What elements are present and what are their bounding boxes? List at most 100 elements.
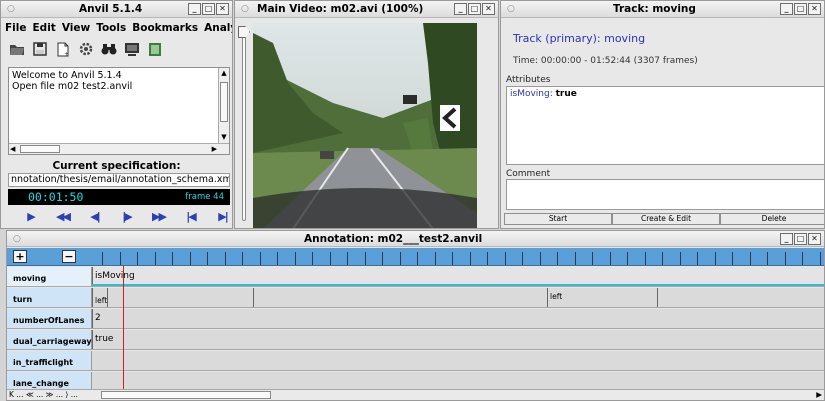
annotation-element[interactable]: true xyxy=(92,330,824,349)
console-output[interactable]: Welcome to Anvil 5.1.4 Open file m02 tes… xyxy=(8,67,230,155)
ruler-tick xyxy=(662,252,663,265)
track-lane[interactable]: 2 xyxy=(92,309,824,328)
maximize-button[interactable]: □ xyxy=(794,3,807,15)
go-end-button[interactable]: ▶| xyxy=(213,209,232,223)
video-frame[interactable] xyxy=(253,23,477,228)
binoculars-icon[interactable] xyxy=(101,41,117,57)
ruler-tick xyxy=(242,252,243,265)
ruler-tick xyxy=(575,252,576,265)
video-file-icon[interactable] xyxy=(147,41,163,57)
annotation-element[interactable] xyxy=(107,288,254,307)
console-horizontal-scrollbar[interactable]: ◀ ▶ xyxy=(9,143,229,154)
ruler-tick xyxy=(610,252,611,265)
track-name[interactable]: moving xyxy=(7,267,92,286)
minimize-button[interactable]: _ xyxy=(780,233,793,245)
scroll-thumb[interactable] xyxy=(220,82,228,122)
track-name[interactable]: turn xyxy=(7,288,92,307)
track-name[interactable]: numberOfLanes xyxy=(7,309,92,328)
ruler-tick xyxy=(452,252,453,265)
annotation-element[interactable]: isMoving xyxy=(92,267,824,284)
scroll-right-arrow[interactable]: ▶ xyxy=(816,390,822,399)
track-lane[interactable] xyxy=(92,351,824,370)
console-vertical-scrollbar[interactable]: ▲ ▼ xyxy=(218,68,229,154)
minimize-button[interactable]: _ xyxy=(454,3,467,15)
step-back-button[interactable]: ◀| xyxy=(85,209,104,223)
slider-thumb[interactable] xyxy=(238,26,250,38)
svg-text:+: + xyxy=(64,51,69,57)
video-window-titlebar[interactable]: ○ Main Video: m02.avi (100%) _ □ ✕ xyxy=(235,1,498,18)
timeline-ruler[interactable]: + − xyxy=(7,248,824,266)
attributes-label: Attributes xyxy=(506,75,551,85)
close-button[interactable]: ✕ xyxy=(808,3,821,15)
zoom-out-button[interactable]: − xyxy=(62,250,76,263)
timeline-scrollbar[interactable]: K ... ≪ ... ≫ ... ⟩ ... ▶ xyxy=(7,389,824,400)
track-row-numberOfLanes[interactable]: numberOfLanes 2 xyxy=(7,309,824,329)
attributes-box[interactable]: isMoving: true xyxy=(506,86,824,165)
fast-back-button[interactable]: ◀◀ xyxy=(53,209,72,223)
zoom-in-button[interactable]: + xyxy=(13,250,27,263)
main-window-titlebar[interactable]: ○ Anvil 5.1.4 _ □ ✕ xyxy=(1,1,232,18)
menu-tools[interactable]: Tools xyxy=(96,20,126,37)
track-row-dual_carriageway[interactable]: dual_carriageway true xyxy=(7,330,824,350)
comment-field[interactable] xyxy=(506,179,824,210)
ruler-tick xyxy=(277,252,278,265)
maximize-button[interactable]: □ xyxy=(202,3,215,15)
create-edit-button[interactable]: Create & Edit xyxy=(612,213,720,225)
fast-forward-button[interactable]: ▶▶ xyxy=(149,209,168,223)
monitor-icon[interactable] xyxy=(124,41,140,57)
close-button[interactable]: ✕ xyxy=(482,3,495,15)
video-position-slider[interactable] xyxy=(238,23,250,223)
save-icon[interactable] xyxy=(32,41,48,57)
step-forward-button[interactable]: |▶ xyxy=(117,209,136,223)
toolbar: + xyxy=(9,41,163,57)
window-menu-icon[interactable]: ○ xyxy=(13,234,21,244)
start-button[interactable]: Start xyxy=(504,213,612,225)
window-menu-icon[interactable]: ○ xyxy=(241,4,249,14)
go-start-button[interactable]: |◀ xyxy=(181,209,200,223)
menu-analysis[interactable]: Analysis xyxy=(204,20,232,37)
track-row-moving[interactable]: moving isMoving xyxy=(7,267,824,287)
gear-icon[interactable] xyxy=(78,41,94,57)
track-row-turn[interactable]: turn left left xyxy=(7,288,824,308)
annotation-element[interactable] xyxy=(657,288,824,307)
track-row-in_trafficlight[interactable]: in_trafficlight xyxy=(7,351,824,371)
maximize-button[interactable]: □ xyxy=(794,233,807,245)
annotation-element[interactable] xyxy=(253,288,547,307)
annotation-window-titlebar[interactable]: ○ Annotation: m02___test2.anvil _ □ ✕ xyxy=(7,231,824,247)
play-button[interactable]: ▶ xyxy=(21,209,40,223)
timeline-nav-buttons[interactable]: K ... ≪ ... ≫ ... ⟩ ... xyxy=(9,390,78,399)
window-menu-icon[interactable]: ○ xyxy=(507,4,515,14)
scroll-down-arrow[interactable]: ▼ xyxy=(219,132,229,143)
scroll-thumb[interactable] xyxy=(20,145,60,153)
menu-bookmarks[interactable]: Bookmarks xyxy=(132,20,198,37)
scroll-thumb[interactable] xyxy=(101,391,271,399)
menu-edit[interactable]: Edit xyxy=(33,20,56,37)
open-folder-icon[interactable] xyxy=(9,41,25,57)
annotation-element[interactable]: 2 xyxy=(92,309,824,328)
minimize-button[interactable]: _ xyxy=(188,3,201,15)
track-name[interactable]: in_trafficlight xyxy=(7,351,92,370)
menu-file[interactable]: File xyxy=(5,20,27,37)
track-lane[interactable]: true xyxy=(92,330,824,349)
annotation-element[interactable]: left xyxy=(92,288,107,307)
spec-path-field[interactable]: nnotation/thesis/email/annotation_schema… xyxy=(8,173,230,187)
scroll-left-arrow[interactable]: ◀ xyxy=(10,144,15,155)
close-button[interactable]: ✕ xyxy=(808,233,821,245)
delete-button[interactable]: Delete xyxy=(720,213,824,225)
maximize-button[interactable]: □ xyxy=(468,3,481,15)
new-document-icon[interactable]: + xyxy=(55,41,71,57)
scroll-right-arrow[interactable]: ▶ xyxy=(212,144,217,155)
track-name[interactable]: dual_carriageway xyxy=(7,330,92,349)
playback-cursor[interactable] xyxy=(123,266,124,391)
close-button[interactable]: ✕ xyxy=(216,3,229,15)
menu-view[interactable]: View xyxy=(62,20,90,37)
annotation-element[interactable]: left xyxy=(547,288,657,307)
minimize-button[interactable]: _ xyxy=(780,3,793,15)
window-menu-icon[interactable]: ○ xyxy=(7,4,15,14)
console-line: Welcome to Anvil 5.1.4 xyxy=(12,70,122,81)
track-lane[interactable]: isMoving xyxy=(92,267,824,286)
ruler-tick xyxy=(102,252,103,265)
track-lane[interactable]: left left xyxy=(92,288,824,307)
scroll-up-arrow[interactable]: ▲ xyxy=(219,68,229,79)
track-window-titlebar[interactable]: ○ Track: moving _ □ ✕ xyxy=(501,1,824,18)
